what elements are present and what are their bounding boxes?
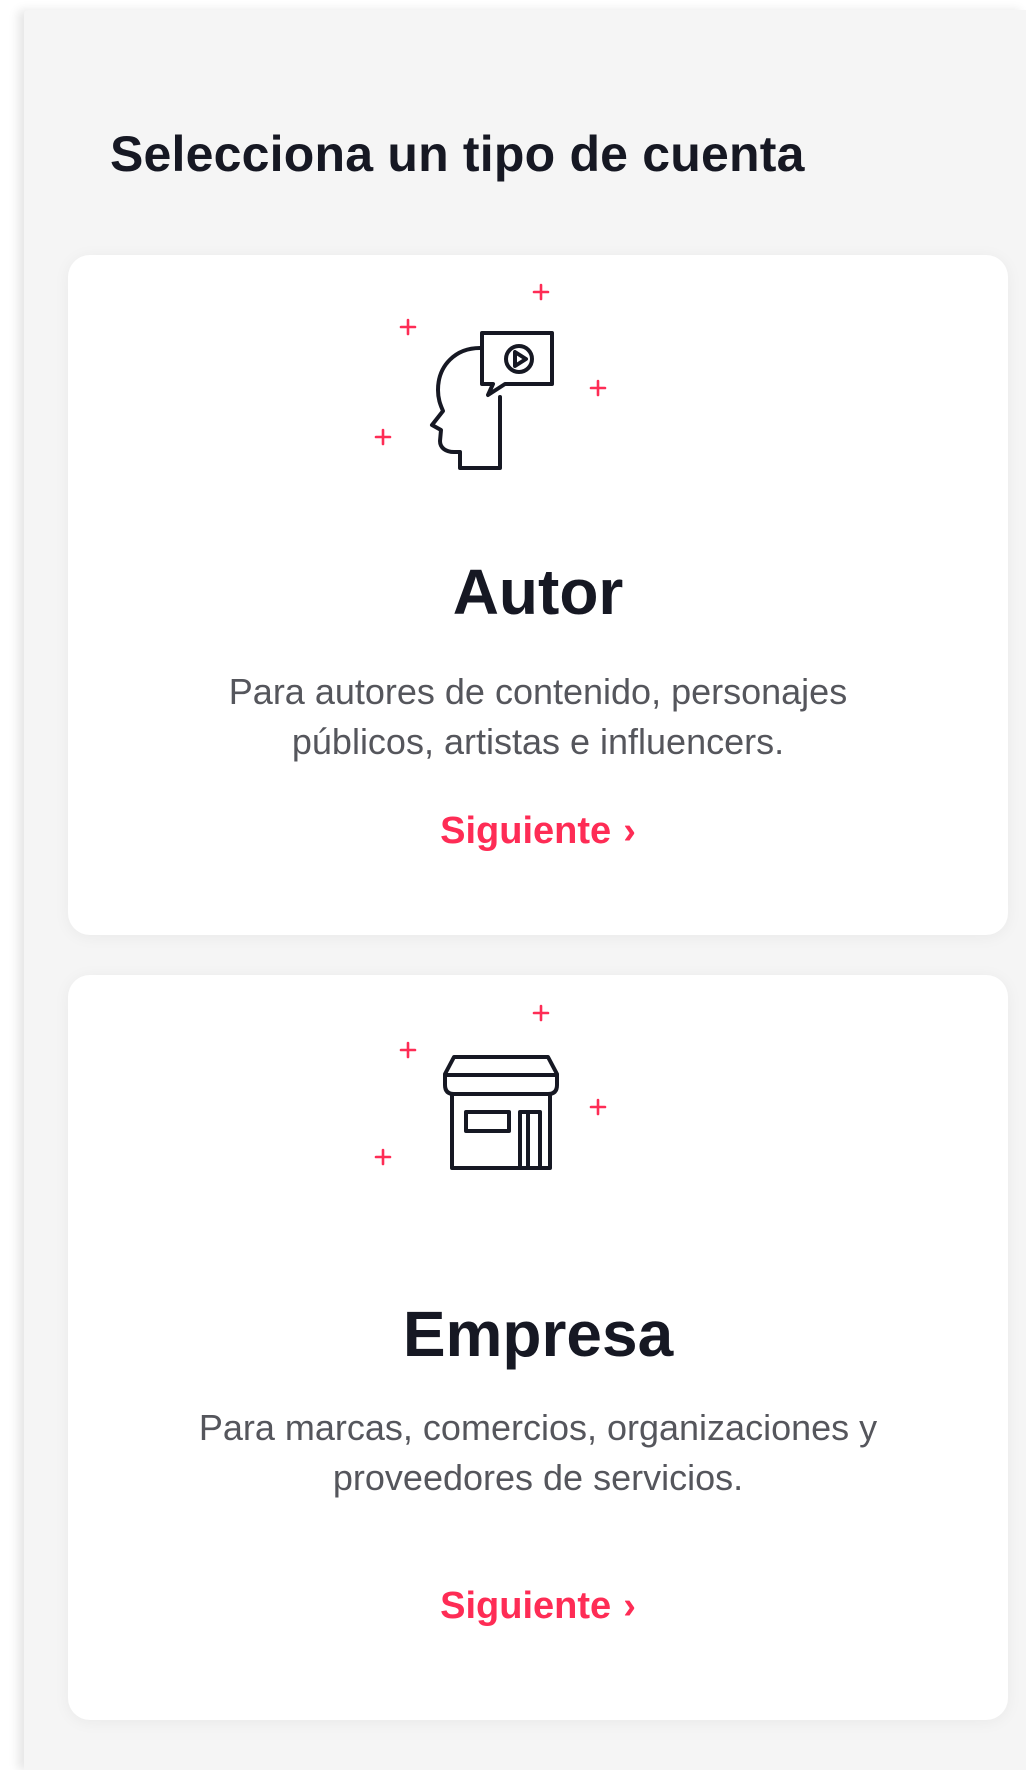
next-label: Siguiente <box>440 1585 612 1627</box>
account-type-title: Empresa <box>402 1298 674 1370</box>
account-type-screen: Selecciona un tipo de cuenta Autor Para … <box>24 10 1026 1770</box>
business-illustration <box>374 1004 607 1170</box>
chevron-right-icon: › <box>623 810 636 852</box>
account-type-title: Autor <box>452 556 624 628</box>
sparkle-plus-icon <box>374 283 607 446</box>
page-title: Selecciona un tipo de cuenta <box>110 126 805 182</box>
storefront-icon <box>443 1055 559 1170</box>
creator-head-video-icon <box>430 331 554 470</box>
account-type-description: Para autores de contenido, personajes pú… <box>228 671 848 762</box>
creator-illustration <box>374 283 607 470</box>
chevron-right-icon: › <box>623 1585 636 1627</box>
next-button-creator[interactable]: Siguiente › <box>68 810 1008 853</box>
sparkle-plus-icon <box>374 1004 607 1166</box>
account-type-card-creator[interactable]: Autor Para autores de contenido, persona… <box>68 255 1008 935</box>
account-type-description: Para marcas, comercios, organizaciones y… <box>198 1407 878 1498</box>
next-button-business[interactable]: Siguiente › <box>68 1585 1008 1628</box>
account-type-card-business[interactable]: Empresa Para marcas, comercios, organiza… <box>68 975 1008 1720</box>
next-label: Siguiente <box>440 810 612 852</box>
